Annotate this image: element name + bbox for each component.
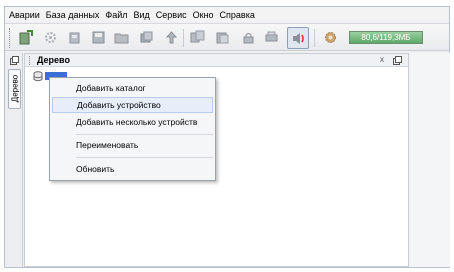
menu-window[interactable]: Окно	[193, 10, 214, 20]
panel-header: Дерево x	[25, 54, 408, 67]
menu-item-add-device[interactable]: Добавить устройство	[52, 97, 213, 113]
upload-icon[interactable]	[164, 30, 179, 45]
copy-icon[interactable]	[190, 30, 205, 45]
close-icon[interactable]: x	[380, 55, 384, 64]
settings-icon[interactable]	[43, 30, 58, 45]
menu-separator	[76, 134, 213, 135]
menu-item-add-multiple-devices[interactable]: Добавить несколько устройств	[52, 114, 213, 130]
side-dock: Дерево	[5, 53, 23, 267]
menu-item-refresh[interactable]: Обновить	[52, 161, 213, 177]
menu-view[interactable]: Вид	[134, 10, 150, 20]
memory-indicator[interactable]: 80,6/119,3МБ	[349, 31, 423, 44]
toolbar-separator	[314, 29, 315, 47]
gear-icon[interactable]	[323, 30, 338, 45]
folder-icon[interactable]	[114, 30, 129, 45]
print-icon[interactable]	[264, 30, 279, 45]
float-icon[interactable]	[393, 56, 402, 65]
menu-service[interactable]: Сервис	[156, 10, 187, 20]
menu-separator	[76, 157, 213, 158]
save-icon[interactable]	[91, 30, 106, 45]
menu-file[interactable]: Файл	[105, 10, 127, 20]
toolbar: 80,6/119,3МБ	[5, 23, 449, 51]
menu-item-rename[interactable]: Переименовать	[52, 137, 213, 153]
device-icon[interactable]	[67, 30, 82, 45]
database-node-icon[interactable]	[33, 71, 43, 82]
tab-tree-label: Дерево	[10, 74, 20, 103]
menubar: Аварии База данных Файл Вид Сервис Окно …	[5, 7, 449, 22]
panel-grip[interactable]	[29, 56, 32, 65]
menu-accidents[interactable]: Аварии	[9, 10, 40, 20]
paste-icon[interactable]	[215, 30, 230, 45]
lock-icon[interactable]	[241, 30, 256, 45]
sound-icon[interactable]	[287, 27, 309, 49]
context-menu: Добавить каталог Добавить устройство Доб…	[49, 77, 216, 181]
database-icon[interactable]	[139, 30, 154, 45]
menu-database[interactable]: База данных	[46, 10, 100, 20]
right-gutter	[410, 53, 450, 267]
restore-icon[interactable]	[10, 56, 19, 65]
menu-help[interactable]: Справка	[220, 10, 255, 20]
new-icon[interactable]	[18, 30, 33, 45]
tab-tree[interactable]: Дерево	[8, 69, 21, 109]
toolbar-grip[interactable]	[9, 28, 12, 48]
menu-item-add-catalog[interactable]: Добавить каталог	[52, 80, 213, 96]
toolbar-separator	[183, 29, 184, 47]
panel-title: Дерево	[37, 55, 70, 65]
